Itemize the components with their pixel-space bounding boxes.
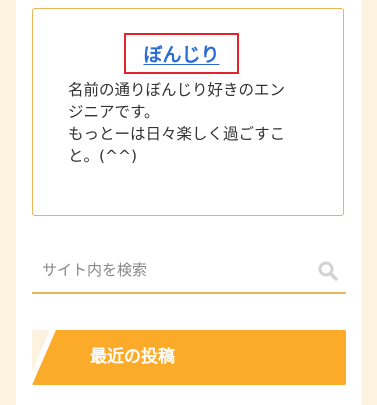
- recent-posts-title: 最近の投稿: [90, 347, 175, 367]
- profile-name-link[interactable]: ぼんじり: [143, 40, 219, 67]
- profile-card: ぼんじり 名前の通りぼんじり好きのエン ジニアです。 もっとーは日々楽しく過ごす…: [32, 8, 344, 216]
- sidebar-column: ぼんじり 名前の通りぼんじり好きのエン ジニアです。 もっとーは日々楽しく過ごす…: [16, 0, 362, 405]
- site-search: [32, 248, 346, 294]
- profile-description-line: と。(^^): [68, 147, 138, 165]
- recent-posts-header: 最近の投稿: [32, 330, 346, 385]
- profile-name-highlight: ぼんじり: [124, 33, 239, 74]
- page: ぼんじり 名前の通りぼんじり好きのエン ジニアです。 もっとーは日々楽しく過ごす…: [0, 0, 377, 405]
- profile-description-line: ジニアです。: [68, 103, 160, 121]
- profile-description-line: もっとーは日々楽しく過ごすこ: [68, 125, 286, 143]
- header-accent-stripe: [32, 330, 56, 385]
- profile-description-line: 名前の通りぼんじり好きのエン: [68, 81, 286, 99]
- search-input[interactable]: [32, 248, 302, 292]
- search-icon[interactable]: [318, 261, 338, 281]
- profile-description: 名前の通りぼんじり好きのエン ジニアです。 もっとーは日々楽しく過ごすこ と。(…: [68, 79, 313, 167]
